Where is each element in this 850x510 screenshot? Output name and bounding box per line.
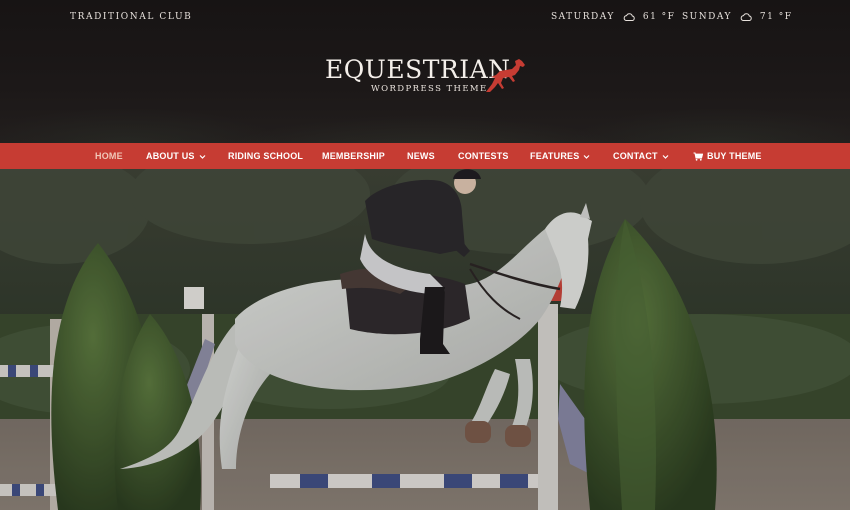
horse-icon [486,59,525,92]
nav-item-contests[interactable]: CONTESTS [458,143,509,169]
nav-item-home[interactable]: HOME [95,143,123,173]
site-logo[interactable]: EQUESTRIAN WORDPRESS THEME [325,55,535,97]
hero-image [0,169,850,510]
nav-item-label: RIDING SCHOOL [228,151,304,161]
weather-sunday: SUNDAY 71 °F [682,12,792,22]
club-tagline: TRADITIONAL CLUB [70,12,193,22]
nav-item-features[interactable]: FEATURES [530,143,590,169]
nav-item-about-us[interactable]: ABOUT US [146,143,206,169]
cloud-icon [740,13,752,21]
cart-icon [693,151,703,161]
weather-temp: 61 °F [642,12,676,22]
weather-day: SUNDAY [682,12,732,22]
show-jumping-photo [0,169,850,510]
nav-item-membership[interactable]: MEMBERSHIP [322,143,385,169]
nav-item-label: CONTESTS [458,151,509,161]
nav-item-contact[interactable]: CONTACT [613,143,669,169]
nav-item-label: FEATURES [530,151,580,161]
chevron-down-icon [584,154,590,159]
nav-item-label: MEMBERSHIP [322,151,386,161]
nav-item-label: HOME [95,151,123,161]
chevron-down-icon [662,154,669,159]
nav-item-label: NEWS [407,151,435,161]
nav-item-news[interactable]: NEWS [407,143,435,169]
nav-item-riding-school[interactable]: RIDING SCHOOL [228,143,303,169]
main-navigation: HOME ABOUT US RIDING SCHOOL MEMBERSHIP N… [0,143,850,173]
chevron-down-icon [199,154,206,159]
nav-item-buy-theme[interactable]: BUY THEME [693,143,762,169]
cloud-icon [623,13,635,21]
weather-day: SATURDAY [551,12,615,22]
nav-item-label: ABOUT US [146,151,195,161]
nav-item-label: CONTACT [613,151,658,161]
nav-item-label: BUY THEME [707,151,762,161]
weather-temp: 71 °F [759,12,793,22]
weather-saturday: SATURDAY 61 °F [551,12,675,22]
logo-subtitle: WORDPRESS THEME [371,84,488,94]
site-header: TRADITIONAL CLUB SATURDAY 61 °F SUNDAY 7… [0,0,850,143]
